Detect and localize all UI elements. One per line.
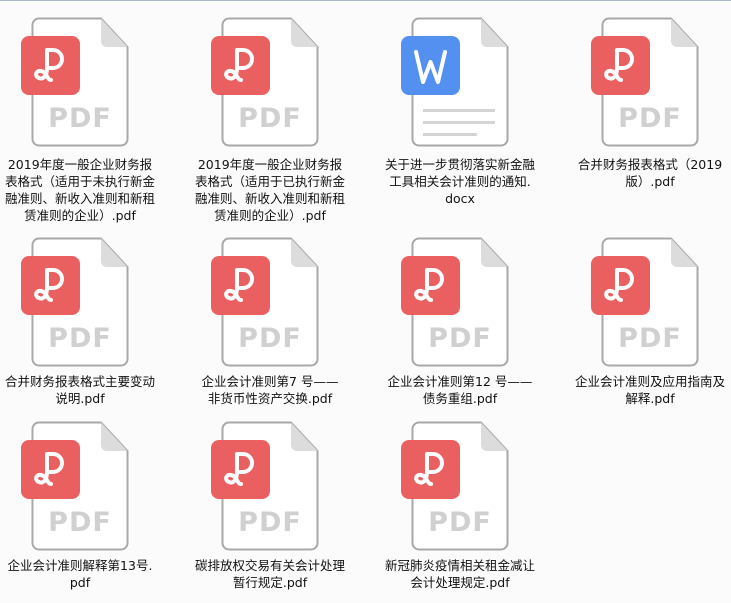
pdf-file-icon: PDF <box>211 237 319 367</box>
file-name-line: 会计处理规定.pdf <box>410 575 510 590</box>
pdf-logo-icon <box>211 256 270 315</box>
pdf-file-icon: PDF <box>21 17 129 147</box>
file-name-line: 新冠肺炎疫情相关租金减让 <box>384 558 535 573</box>
file-name-line: 赁准则的企业）.pdf <box>24 208 136 223</box>
file-name-line: 企业会计准则及应用指南及 <box>574 374 725 389</box>
pdf-logo-icon <box>401 256 460 315</box>
file-name-label: 新冠肺炎疫情相关租金减让 会计处理规定.pdf <box>365 557 555 591</box>
file-name-line: 合并财务报表格式主要变动 <box>4 374 155 389</box>
pdf-logo-icon <box>21 440 80 499</box>
pdf-file-icon: PDF <box>211 421 319 551</box>
file-name-line: 赁准则的企业）.pdf <box>214 208 326 223</box>
file-name-label: 合并财务报表格式（2019 版）.pdf <box>555 156 731 190</box>
file-name-line: 企业会计准则解释第13号. <box>7 558 153 573</box>
pdf-watermark-text: PDF <box>238 323 302 354</box>
pdf-watermark-text: PDF <box>48 323 112 354</box>
pdf-watermark-text: PDF <box>48 103 112 134</box>
file-name-line: docx <box>445 191 475 206</box>
file-name-line: 暂行规定.pdf <box>232 575 308 590</box>
file-name-line: 融准则、新收入准则和新租 <box>194 191 345 206</box>
pdf-watermark-text: PDF <box>48 507 112 538</box>
file-name-line: 说明.pdf <box>55 391 105 406</box>
pdf-logo-icon <box>21 36 80 95</box>
file-name-line: 企业会计准则第7 号—— <box>201 374 339 389</box>
pdf-logo-icon <box>211 36 270 95</box>
file-name-line: 表格式（适用于已执行新金 <box>194 174 345 189</box>
file-name-line: 关于进一步贯彻落实新金融 <box>384 157 535 172</box>
file-name-label: 碳排放权交易有关会计处理 暂行规定.pdf <box>175 557 365 591</box>
pdf-watermark-text: PDF <box>428 507 492 538</box>
word-logo-icon <box>401 36 460 95</box>
file-name-line: 非货币性资产交换.pdf <box>207 391 333 406</box>
pdf-watermark-text: PDF <box>238 103 302 134</box>
file-name-line: 合并财务报表格式（2019 <box>577 157 723 172</box>
pdf-file-icon: PDF <box>211 17 319 147</box>
file-name-line: 版）.pdf <box>625 174 675 189</box>
text-lines <box>423 109 495 136</box>
word-file-icon <box>401 17 509 147</box>
pdf-watermark-text: PDF <box>618 323 682 354</box>
file-name-line: 表格式（适用于未执行新金 <box>4 174 155 189</box>
file-name-line: 工具相关会计准则的通知. <box>389 174 531 189</box>
pdf-watermark-text: PDF <box>428 323 492 354</box>
file-name-label: 合并财务报表格式主要变动 说明.pdf <box>0 373 175 407</box>
file-name-line: 企业会计准则第12 号—— <box>387 374 533 389</box>
pdf-file-icon: PDF <box>21 237 129 367</box>
file-name-label: 2019年度一般企业财务报 表格式（适用于已执行新金 融准则、新收入准则和新租 赁准则… <box>175 156 365 224</box>
pdf-logo-icon <box>401 440 460 499</box>
pdf-watermark-text: PDF <box>618 103 682 134</box>
pdf-file-icon: PDF <box>591 17 699 147</box>
file-name-label: 企业会计准则第7 号—— 非货币性资产交换.pdf <box>175 373 365 407</box>
file-name-line: 融准则、新收入准则和新租 <box>4 191 155 206</box>
pdf-logo-icon <box>211 440 270 499</box>
pdf-logo-icon <box>591 36 650 95</box>
pdf-watermark-text: PDF <box>238 507 302 538</box>
file-explorer-icon-view: { "colors": {"pdf": "#ea5f5f", "word": "… <box>0 0 731 603</box>
file-name-line: 解释.pdf <box>625 391 675 406</box>
file-name-line: pdf <box>69 575 91 590</box>
pdf-logo-icon <box>591 256 650 315</box>
file-name-label: 2019年度一般企业财务报 表格式（适用于未执行新金 融准则、新收入准则和新租 赁准则… <box>0 156 175 224</box>
file-name-label: 企业会计准则解释第13号. pdf <box>0 557 175 591</box>
file-name-line: 2019年度一般企业财务报 <box>197 157 343 172</box>
file-name-label: 关于进一步贯彻落实新金融 工具相关会计准则的通知. docx <box>365 156 555 207</box>
file-name-label: 企业会计准则及应用指南及 解释.pdf <box>555 373 731 407</box>
file-name-label: 企业会计准则第12 号—— 债务重组.pdf <box>365 373 555 407</box>
pdf-file-icon: PDF <box>21 421 129 551</box>
file-name-line: 碳排放权交易有关会计处理 <box>194 558 345 573</box>
pdf-file-icon: PDF <box>401 421 509 551</box>
pdf-logo-icon <box>21 256 80 315</box>
pdf-file-icon: PDF <box>591 237 699 367</box>
file-name-line: 2019年度一般企业财务报 <box>7 157 153 172</box>
pdf-file-icon: PDF <box>401 237 509 367</box>
file-name-line: 债务重组.pdf <box>422 391 498 406</box>
